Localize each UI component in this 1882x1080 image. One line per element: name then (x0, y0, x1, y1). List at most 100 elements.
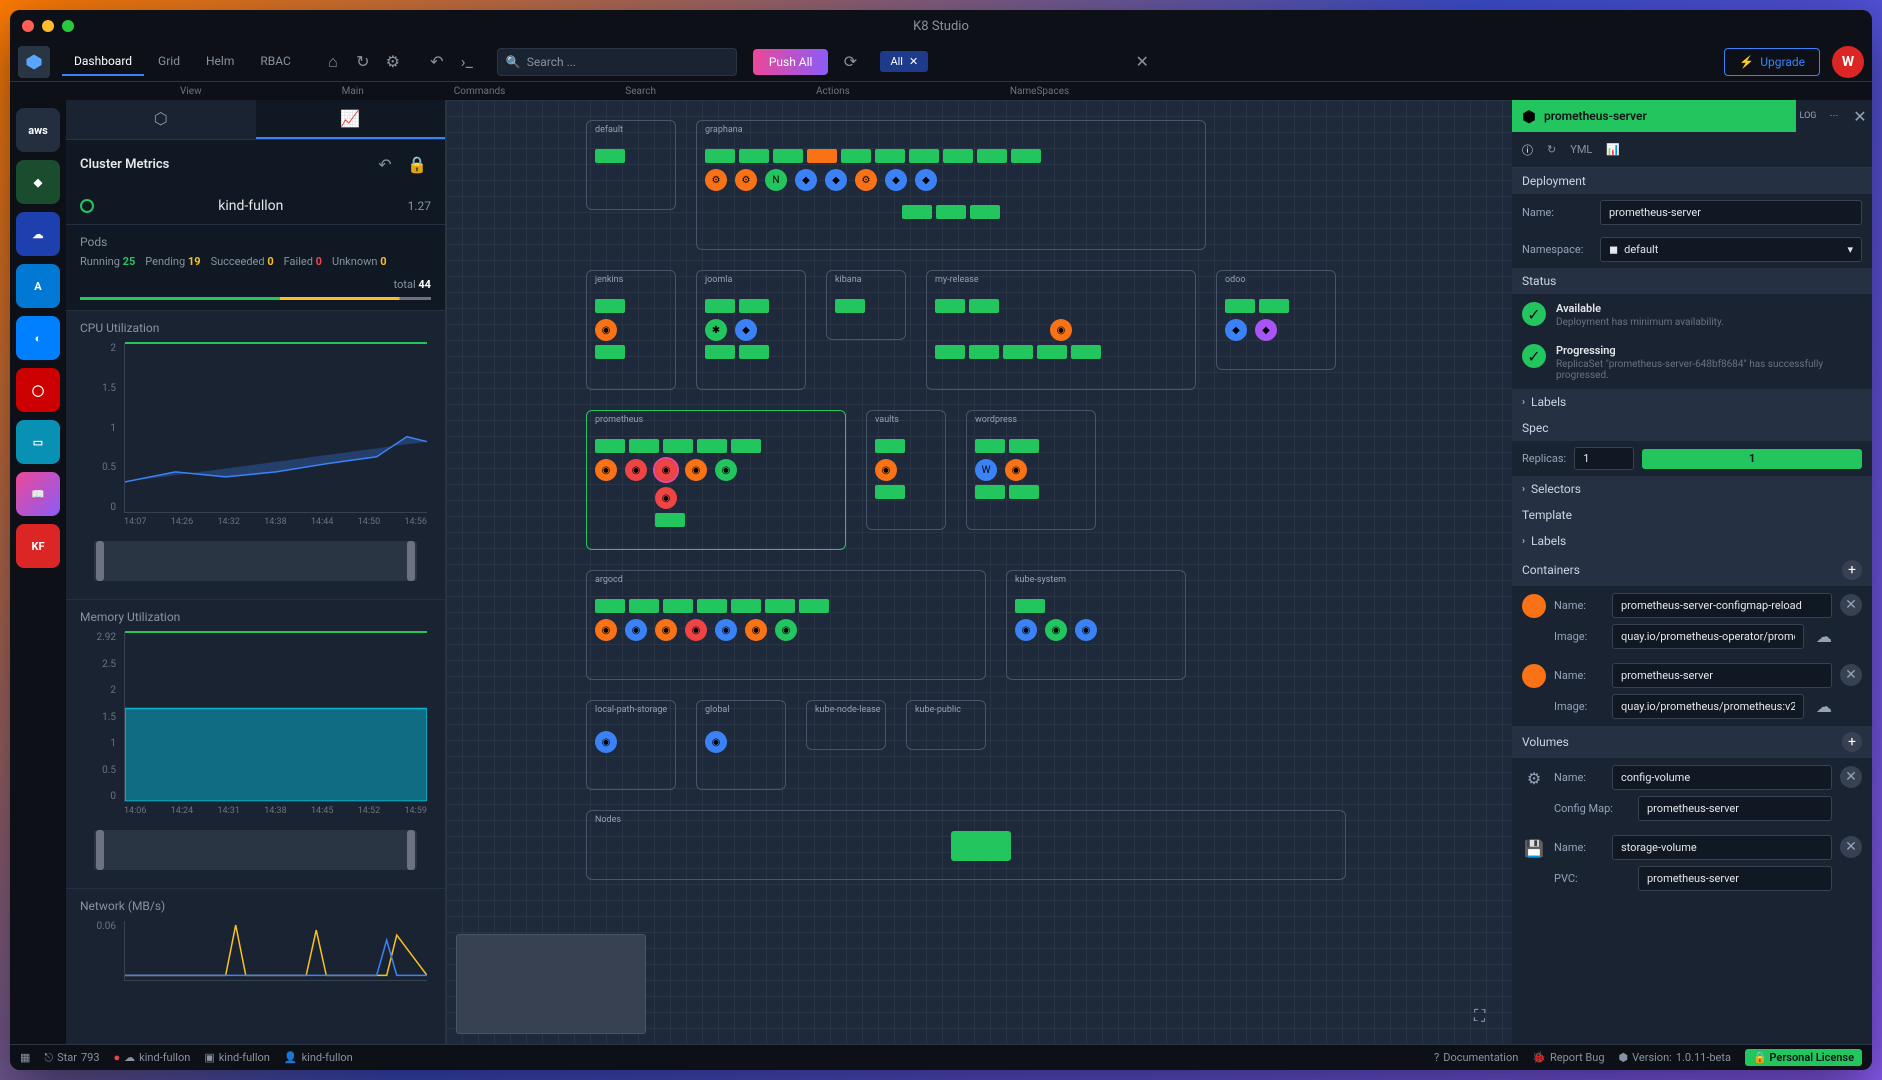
container-1: Name: Image:☁ ✕ (1512, 656, 1872, 726)
ns-global[interactable]: global◉ (696, 700, 786, 790)
ns-odoo[interactable]: odoo◆◆ (1216, 270, 1336, 370)
provider-openshift[interactable]: ◯ (16, 368, 60, 412)
sublabel-commands: Commands (454, 86, 506, 97)
provider-digitalocean[interactable]: ◐ (16, 316, 60, 360)
tab-yml[interactable]: YML (1570, 143, 1592, 156)
ns-argocd[interactable]: argocd◉◉◉◉◉◉◉ (586, 570, 986, 680)
ns-nodes[interactable]: Nodes (586, 810, 1346, 880)
name-input[interactable] (1600, 200, 1862, 225)
ns-kubepublic[interactable]: kube-public (906, 700, 986, 750)
remove-volume-button[interactable]: ✕ (1840, 836, 1862, 858)
cluster-row[interactable]: kind-fullon 1.27 (66, 188, 445, 225)
app-logo-icon[interactable] (18, 46, 50, 78)
settings-icon[interactable]: ⚙ (379, 48, 407, 76)
search-input[interactable]: 🔍 Search ... (497, 48, 737, 76)
tab-info-icon[interactable]: ⓘ (1522, 142, 1533, 158)
remove-volume-button[interactable]: ✕ (1840, 766, 1862, 788)
window-title: K8 Studio (913, 19, 969, 34)
volume-name-input[interactable] (1612, 765, 1832, 790)
panel-tab-chart-icon[interactable]: 📈 (256, 100, 446, 139)
close-window-icon[interactable] (22, 20, 34, 32)
home-icon[interactable]: ⌂ (319, 48, 347, 76)
sync-icon[interactable]: ⟳ (836, 48, 864, 76)
image-pull-icon[interactable]: ☁ (1816, 627, 1832, 646)
image-pull-icon[interactable]: ☁ (1816, 697, 1832, 716)
collapse-selectors[interactable]: ›Selectors (1512, 476, 1872, 502)
ns-kibana[interactable]: kibana (826, 270, 906, 340)
replicas-input[interactable] (1574, 447, 1634, 470)
tab-dashboard[interactable]: Dashboard (62, 48, 144, 76)
cpu-range-slider[interactable] (94, 541, 417, 581)
minimize-window-icon[interactable] (42, 20, 54, 32)
provider-other[interactable]: ▭ (16, 420, 60, 464)
add-volume-button[interactable]: + (1842, 732, 1862, 752)
mem-range-slider[interactable] (94, 830, 417, 870)
container-image-input[interactable] (1612, 694, 1804, 719)
metrics-undo-icon[interactable]: ↶ (371, 150, 399, 178)
status-available: ✓ AvailableDeployment has minimum availa… (1512, 294, 1872, 336)
undo-icon[interactable]: ↶ (423, 48, 451, 76)
chip-close-icon[interactable]: ✕ (909, 55, 918, 68)
topology-canvas[interactable]: default graphana ⚙⚙N◆◆⚙◆◆ jenkins◉ jooml… (446, 100, 1512, 1044)
push-all-button[interactable]: Push All (753, 49, 829, 75)
remove-container-button[interactable]: ✕ (1840, 594, 1862, 616)
metrics-lock-icon[interactable]: 🔒 (403, 150, 431, 178)
collapse-labels[interactable]: ›Labels (1512, 389, 1872, 415)
volume-name-input[interactable] (1612, 835, 1832, 860)
namespace-clear-icon[interactable]: ✕ (1132, 52, 1152, 72)
close-panel-icon[interactable]: ✕ (1848, 104, 1872, 128)
upgrade-button[interactable]: ⚡ Upgrade (1724, 48, 1820, 76)
remove-container-button[interactable]: ✕ (1840, 664, 1862, 686)
ns-jenkins[interactable]: jenkins◉ (586, 270, 676, 390)
ns-vaults[interactable]: vaults◉ (866, 410, 946, 530)
ns-localpath[interactable]: local-path-storage◉ (586, 700, 676, 790)
collapse-labels-2[interactable]: ›Labels (1512, 528, 1872, 554)
node-icon[interactable] (951, 831, 1011, 861)
context-2[interactable]: ▣ kind-fullon (204, 1051, 270, 1064)
panel-tab-hex-icon[interactable]: ⬡ (66, 100, 256, 139)
tab-metrics-icon[interactable]: 📊 (1606, 143, 1620, 156)
minimap[interactable] (456, 934, 646, 1034)
provider-gcp[interactable]: ☁ (16, 212, 60, 256)
volume-configmap-input[interactable] (1638, 796, 1832, 821)
container-name-input[interactable] (1612, 593, 1832, 618)
namespace-chip[interactable]: All ✕ (880, 51, 928, 72)
bug-link[interactable]: 🐞 Report Bug (1532, 1051, 1604, 1064)
ns-graphana[interactable]: graphana ⚙⚙N◆◆⚙◆◆ (696, 120, 1206, 250)
log-button[interactable]: LOG (1796, 104, 1820, 128)
ns-joomla[interactable]: joomla✱◆ (696, 270, 806, 390)
docs-link[interactable]: ? Documentation (1434, 1051, 1518, 1064)
ns-myrelease[interactable]: my-release◉ (926, 270, 1196, 390)
provider-docs-icon[interactable]: 📖 (16, 472, 60, 516)
namespace-select[interactable]: ◼ default ▾ (1600, 237, 1862, 262)
container-name-input[interactable] (1612, 663, 1832, 688)
context-3[interactable]: 👤 kind-fullon (284, 1051, 353, 1064)
license-badge[interactable]: 🔒 Personal License (1745, 1049, 1862, 1066)
tab-refresh-icon[interactable]: ↻ (1547, 143, 1556, 156)
tab-helm[interactable]: Helm (194, 48, 246, 76)
ns-default[interactable]: default (586, 120, 676, 210)
volume-pvc-input[interactable] (1638, 866, 1832, 891)
more-icon[interactable]: ⋯ (1822, 104, 1846, 128)
provider-kf[interactable]: KF (16, 524, 60, 568)
tab-rbac[interactable]: RBAC (248, 48, 302, 76)
add-container-button[interactable]: + (1842, 560, 1862, 580)
sb-apps-icon[interactable]: ▦ (20, 1051, 30, 1064)
ns-kubesystem[interactable]: kube-system◉◉◉ (1006, 570, 1186, 680)
ns-prometheus[interactable]: prometheus◉◉◉◉◉◉ (586, 410, 846, 550)
pods-bar (80, 297, 431, 300)
avatar[interactable]: W (1832, 46, 1864, 78)
ns-kubenodelease[interactable]: kube-node-lease (806, 700, 886, 750)
provider-aws[interactable]: aws (16, 108, 60, 152)
fullscreen-icon[interactable]: ⛶ (1474, 1006, 1498, 1030)
container-image-input[interactable] (1612, 624, 1804, 649)
provider-azure[interactable]: A (16, 264, 60, 308)
tab-grid[interactable]: Grid (146, 48, 192, 76)
github-star[interactable]: ⎋ Star 793 (44, 1051, 99, 1065)
maximize-window-icon[interactable] (62, 20, 74, 32)
context-1[interactable]: ● ☁ kind-fullon (114, 1051, 191, 1064)
ns-wordpress[interactable]: wordpressW◉ (966, 410, 1096, 530)
terminal-icon[interactable]: ›_ (453, 48, 481, 76)
provider-hashicorp[interactable]: ◆ (16, 160, 60, 204)
refresh-icon[interactable]: ↻ (349, 48, 377, 76)
